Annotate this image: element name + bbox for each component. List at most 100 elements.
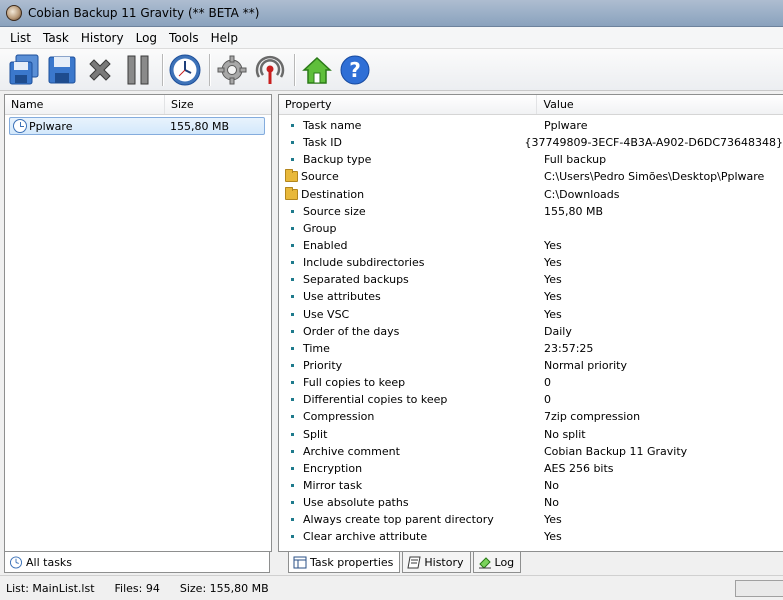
bullet-icon <box>291 158 294 162</box>
save-button[interactable] <box>44 52 80 88</box>
bullet-icon <box>291 124 294 128</box>
bullet-icon <box>291 278 294 282</box>
property-row[interactable]: Use VSC Yes <box>279 306 783 323</box>
property-name: Destination <box>301 187 365 201</box>
column-header-name[interactable]: Name <box>5 95 165 114</box>
antenna-button[interactable] <box>252 52 288 88</box>
task-size: 155,80 MB <box>170 119 230 133</box>
menu-log[interactable]: Log <box>130 31 163 45</box>
toolbar: ? <box>0 49 783 91</box>
property-name-cell: Use absolute paths <box>279 496 544 509</box>
folder-icon <box>285 186 298 200</box>
property-value: 23:57:25 <box>544 341 594 355</box>
property-row[interactable]: Priority Normal priority <box>279 357 783 374</box>
property-row[interactable]: Archive comment Cobian Backup 11 Gravity <box>279 443 783 460</box>
bullet-icon <box>291 398 294 402</box>
column-header-size[interactable]: Size <box>165 95 271 114</box>
property-row[interactable]: Clear archive attribute Yes <box>279 528 783 545</box>
property-name: Order of the days <box>303 324 400 338</box>
menu-history[interactable]: History <box>75 31 130 45</box>
task-row[interactable]: Pplware 155,80 MB <box>9 117 265 135</box>
task-list-panel: Name Size Pplware 155,80 MB <box>4 94 272 552</box>
property-name-cell: Priority <box>279 359 544 372</box>
property-row[interactable]: Use attributes Yes <box>279 288 783 305</box>
property-row[interactable]: Include subdirectories Yes <box>279 254 783 271</box>
folder-icon <box>285 169 298 183</box>
menu-help[interactable]: Help <box>205 31 244 45</box>
column-header-value[interactable]: Value <box>537 95 783 114</box>
backup-all-button[interactable] <box>6 52 42 88</box>
menu-task[interactable]: Task <box>37 31 75 45</box>
property-value: AES 256 bits <box>544 461 614 475</box>
tab-history[interactable]: History <box>402 552 471 573</box>
property-row[interactable]: Source C:\Users\Pedro Simões\Desktop\Pplw… <box>279 168 783 185</box>
property-value: Daily <box>544 324 572 338</box>
property-row[interactable]: Encryption AES 256 bits <box>279 460 783 477</box>
antenna-icon <box>255 55 285 84</box>
menu-list[interactable]: List <box>4 31 37 45</box>
property-row[interactable]: Full copies to keep 0 <box>279 374 783 391</box>
property-name-cell: Group <box>279 222 544 235</box>
bullet-icon <box>291 329 294 333</box>
property-name-cell: Destination <box>279 186 544 201</box>
property-row[interactable]: Task name Pplware <box>279 117 783 134</box>
property-row[interactable]: Time 23:57:25 <box>279 340 783 357</box>
bullet-icon <box>291 141 294 145</box>
property-row[interactable]: Order of the days Daily <box>279 323 783 340</box>
property-row[interactable]: Group <box>279 220 783 237</box>
property-row[interactable]: Compression 7zip compression <box>279 408 783 425</box>
property-row[interactable]: Destination C:\Downloads <box>279 186 783 203</box>
property-name: Time <box>303 341 330 355</box>
tab-task-properties[interactable]: Task properties <box>288 552 401 573</box>
status-list: List: MainList.lst <box>6 581 95 595</box>
property-name: Use VSC <box>303 307 350 321</box>
property-row[interactable]: Separated backups Yes <box>279 271 783 288</box>
property-name-cell: Mirror task <box>279 479 544 492</box>
property-name: Group <box>303 221 337 235</box>
property-name: Source size <box>303 204 366 218</box>
cancel-icon <box>89 58 111 81</box>
menu-tools[interactable]: Tools <box>163 31 205 45</box>
property-row[interactable]: Mirror task No <box>279 477 783 494</box>
right-tab-strip: Task properties History Log <box>278 552 783 574</box>
property-value: 0 <box>544 376 551 390</box>
tab-label: Log <box>494 555 515 569</box>
help-button[interactable]: ? <box>337 52 373 88</box>
property-name-cell: Clear archive attribute <box>279 530 544 543</box>
property-value: Yes <box>544 273 562 287</box>
property-value: No <box>544 479 559 493</box>
status-bar: List: MainList.lst Files: 94 Size: 155,8… <box>0 575 783 600</box>
left-tab-strip: All tasks <box>4 552 272 574</box>
property-row[interactable]: Task ID {37749809-3ECF-4B3A-A902-D6DC7364… <box>279 134 783 151</box>
property-name-cell: Differential copies to keep <box>279 393 544 406</box>
home-button[interactable] <box>299 52 335 88</box>
property-row[interactable]: Always create top parent directory Yes <box>279 511 783 528</box>
bullet-icon <box>291 209 294 213</box>
settings-button[interactable] <box>214 52 250 88</box>
property-name-cell: Use attributes <box>279 290 544 303</box>
tab-log[interactable]: Log <box>472 552 522 573</box>
property-row[interactable]: Backup type Full backup <box>279 151 783 168</box>
cancel-button[interactable] <box>82 52 118 88</box>
property-name-cell: Archive comment <box>279 445 544 458</box>
property-row[interactable]: Differential copies to keep 0 <box>279 391 783 408</box>
scheduler-button[interactable] <box>167 52 203 88</box>
tab-all-tasks[interactable]: All tasks <box>4 552 270 573</box>
property-row[interactable]: Use absolute paths No <box>279 494 783 511</box>
bullet-icon <box>291 312 294 316</box>
tab-label: Task properties <box>310 555 394 569</box>
property-name: Differential copies to keep <box>303 393 448 407</box>
properties-header: Property Value <box>279 95 783 115</box>
property-row[interactable]: Source size 155,80 MB <box>279 203 783 220</box>
column-header-property[interactable]: Property <box>279 95 538 114</box>
property-row[interactable]: Enabled Yes <box>279 237 783 254</box>
bullet-icon <box>291 432 294 436</box>
svg-text:?: ? <box>349 58 361 82</box>
pause-button[interactable] <box>120 52 156 88</box>
property-row[interactable]: Split No split <box>279 426 783 443</box>
bullet-icon <box>291 484 294 488</box>
property-name: Separated backups <box>303 273 409 287</box>
status-size: Size: 155,80 MB <box>179 581 269 595</box>
bullet-icon <box>291 261 294 265</box>
toolbar-separator <box>209 53 210 86</box>
